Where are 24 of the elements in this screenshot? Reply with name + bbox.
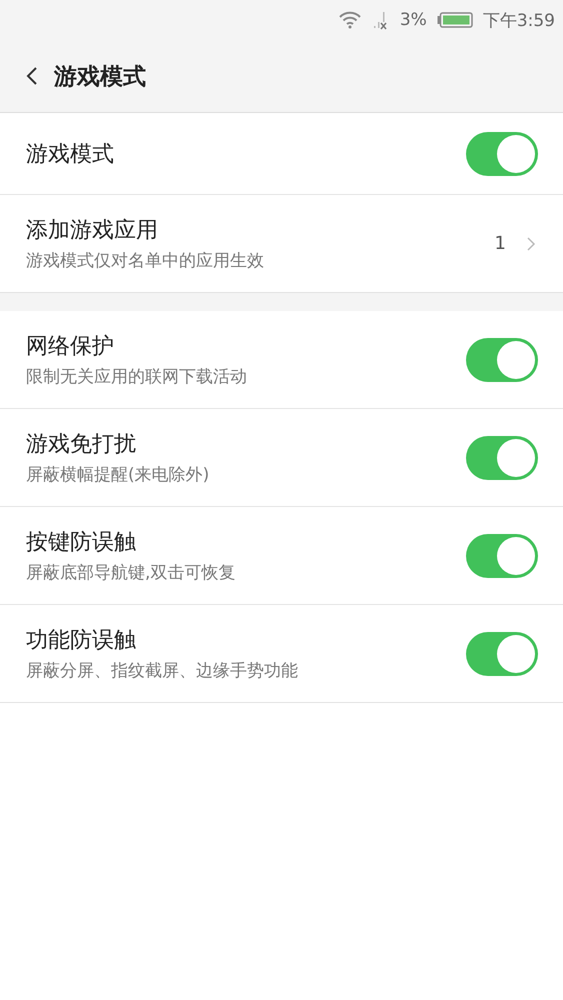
chevron-right-icon bbox=[526, 236, 536, 252]
setting-title: 功能防误触 bbox=[26, 627, 137, 655]
status-time: 下午3:59 bbox=[482, 10, 555, 32]
toggle-switch[interactable] bbox=[466, 132, 538, 176]
setting-description: 屏蔽底部导航键,双击可恢复 bbox=[26, 562, 236, 584]
battery-icon bbox=[436, 12, 473, 28]
toggle-switch[interactable] bbox=[466, 534, 538, 578]
setting-description: 限制无关应用的联网下载活动 bbox=[26, 366, 248, 388]
toggle-switch[interactable] bbox=[466, 632, 538, 676]
setting-title: 网络保护 bbox=[26, 333, 115, 361]
setting-title: 游戏模式 bbox=[26, 140, 115, 168]
setting-title: 添加游戏应用 bbox=[26, 217, 159, 245]
toggle-switch[interactable] bbox=[466, 338, 538, 382]
back-icon bbox=[26, 66, 38, 86]
toggle-switch[interactable] bbox=[466, 436, 538, 480]
page-title: 游戏模式 bbox=[54, 62, 146, 92]
setting-description: 游戏模式仅对名单中的应用生效 bbox=[26, 250, 265, 272]
setting-description: 屏蔽分屏、指纹截屏、边缘手势功能 bbox=[26, 660, 299, 682]
setting-title: 游戏免打扰 bbox=[26, 431, 137, 459]
setting-title: 按键防误触 bbox=[26, 529, 137, 557]
battery-percent: 3% bbox=[400, 10, 427, 30]
setting-description: 屏蔽横幅提醒(来电除外) bbox=[26, 464, 210, 486]
wifi-icon bbox=[338, 11, 362, 29]
app-count: 1 bbox=[494, 233, 506, 254]
